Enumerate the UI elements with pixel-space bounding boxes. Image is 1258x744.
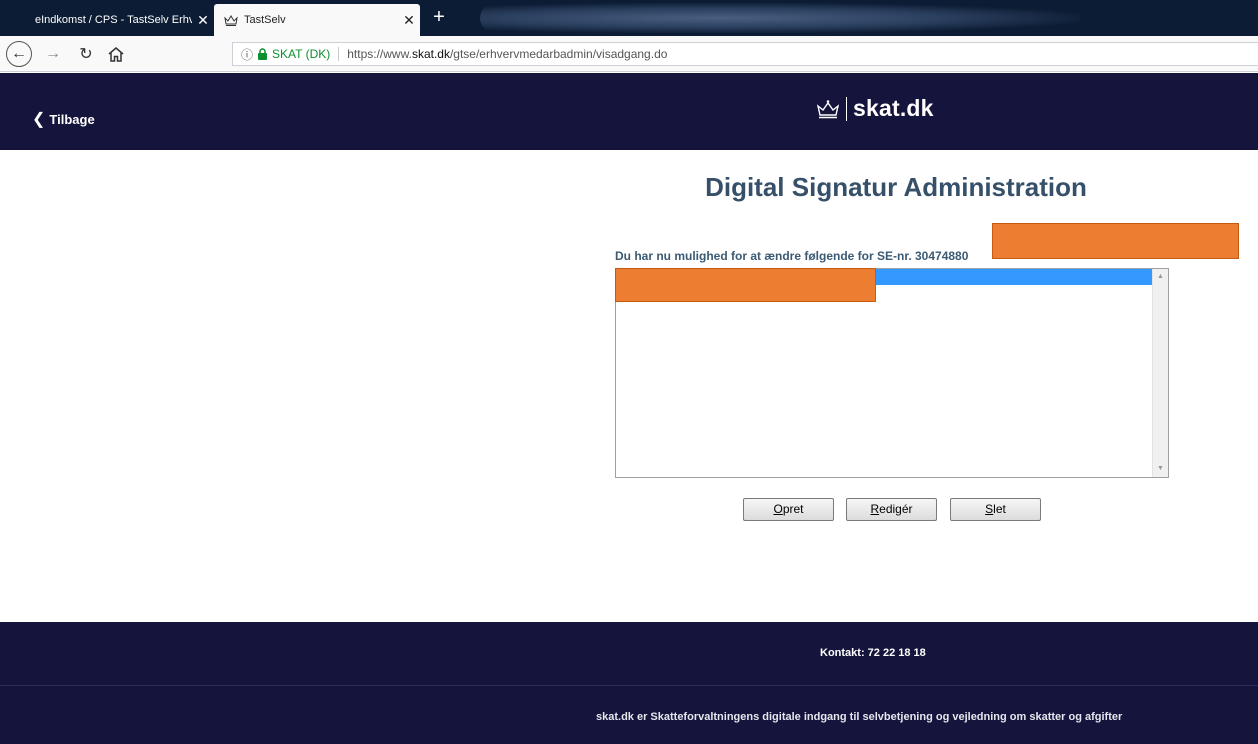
crown-icon	[816, 99, 840, 118]
browser-tab-bar: eIndkomst / CPS - TastSelv Erhv ✕ TastSe…	[0, 0, 1258, 36]
opret-label: pret	[782, 502, 804, 516]
address-bar[interactable]: ⓘ SKAT (DK) https://www.skat.dk/gtse/erh…	[232, 42, 1258, 66]
tab-title: TastSelv	[244, 14, 286, 26]
slet-label: let	[993, 502, 1006, 516]
new-tab-button[interactable]: +	[426, 5, 452, 31]
opret-accel: O	[773, 502, 783, 516]
slet-button[interactable]: Slet	[950, 498, 1041, 521]
info-icon[interactable]: ⓘ	[241, 46, 253, 63]
url-separator	[338, 47, 340, 61]
back-link[interactable]: ❮ Tilbage	[32, 109, 95, 129]
footer-tagline: skat.dk er Skatteforvaltningens digitale…	[596, 711, 1123, 723]
back-button[interactable]: ←	[6, 41, 32, 67]
close-tab-icon[interactable]: ✕	[192, 12, 214, 29]
forward-button[interactable]: →	[40, 41, 66, 67]
footer-divider	[0, 685, 1258, 686]
scroll-down-arrow-icon[interactable]: ▼	[1153, 461, 1168, 477]
rediger-button[interactable]: Redigér	[846, 498, 937, 521]
chevron-left-icon: ❮	[32, 111, 46, 128]
logo-divider	[846, 96, 847, 121]
reload-icon: ↻	[79, 46, 93, 63]
intro-text: Du har nu mulighed for at ændre følgende…	[615, 249, 969, 263]
redaction-box	[615, 268, 876, 302]
home-button[interactable]	[103, 41, 129, 67]
listbox-scrollbar[interactable]: ▲ ▼	[1152, 269, 1168, 477]
contact-info[interactable]: Kontakt: 72 22 18 18	[820, 647, 926, 659]
brand-name: skat.dk	[853, 95, 934, 121]
url-text[interactable]: https://www.skat.dk/gtse/erhvervmedarbad…	[347, 47, 667, 61]
close-tab-icon[interactable]: ✕	[398, 12, 420, 29]
lock-icon	[258, 48, 268, 60]
url-path: /gtse/erhvervmedarbadmin/visadgang.do	[449, 47, 668, 61]
tab-title: eIndkomst / CPS - TastSelv Erhv	[35, 14, 192, 26]
rediger-accel: R	[870, 502, 880, 516]
site-footer: Kontakt: 72 22 18 18 skat.dk er Skattefo…	[0, 622, 1258, 744]
slet-accel: S	[985, 502, 994, 516]
site-identity: SKAT (DK)	[272, 47, 331, 61]
tab-tastselv[interactable]: TastSelv ✕	[214, 4, 420, 36]
url-domain: skat.dk	[411, 47, 450, 61]
blurred-background	[480, 3, 1080, 33]
scroll-up-arrow-icon[interactable]: ▲	[1153, 269, 1168, 285]
arrow-left-icon: ←	[11, 45, 27, 62]
redaction-box	[992, 223, 1239, 259]
home-icon	[108, 46, 124, 62]
url-prefix: https://www.	[347, 47, 412, 61]
opret-button[interactable]: Opret	[743, 498, 834, 521]
back-link-label: Tilbage	[49, 111, 95, 127]
crown-icon	[224, 15, 238, 26]
reload-button[interactable]: ↻	[73, 41, 99, 67]
skat-logo[interactable]: skat.dk	[816, 95, 934, 122]
tab-eindkomst[interactable]: eIndkomst / CPS - TastSelv Erhv ✕	[0, 4, 214, 36]
arrow-right-icon: →	[45, 45, 61, 62]
rediger-label: edigér	[879, 502, 913, 516]
page-title: Digital Signatur Administration	[705, 172, 1087, 202]
site-header: ❮ Tilbage skat.dk	[0, 73, 1258, 150]
